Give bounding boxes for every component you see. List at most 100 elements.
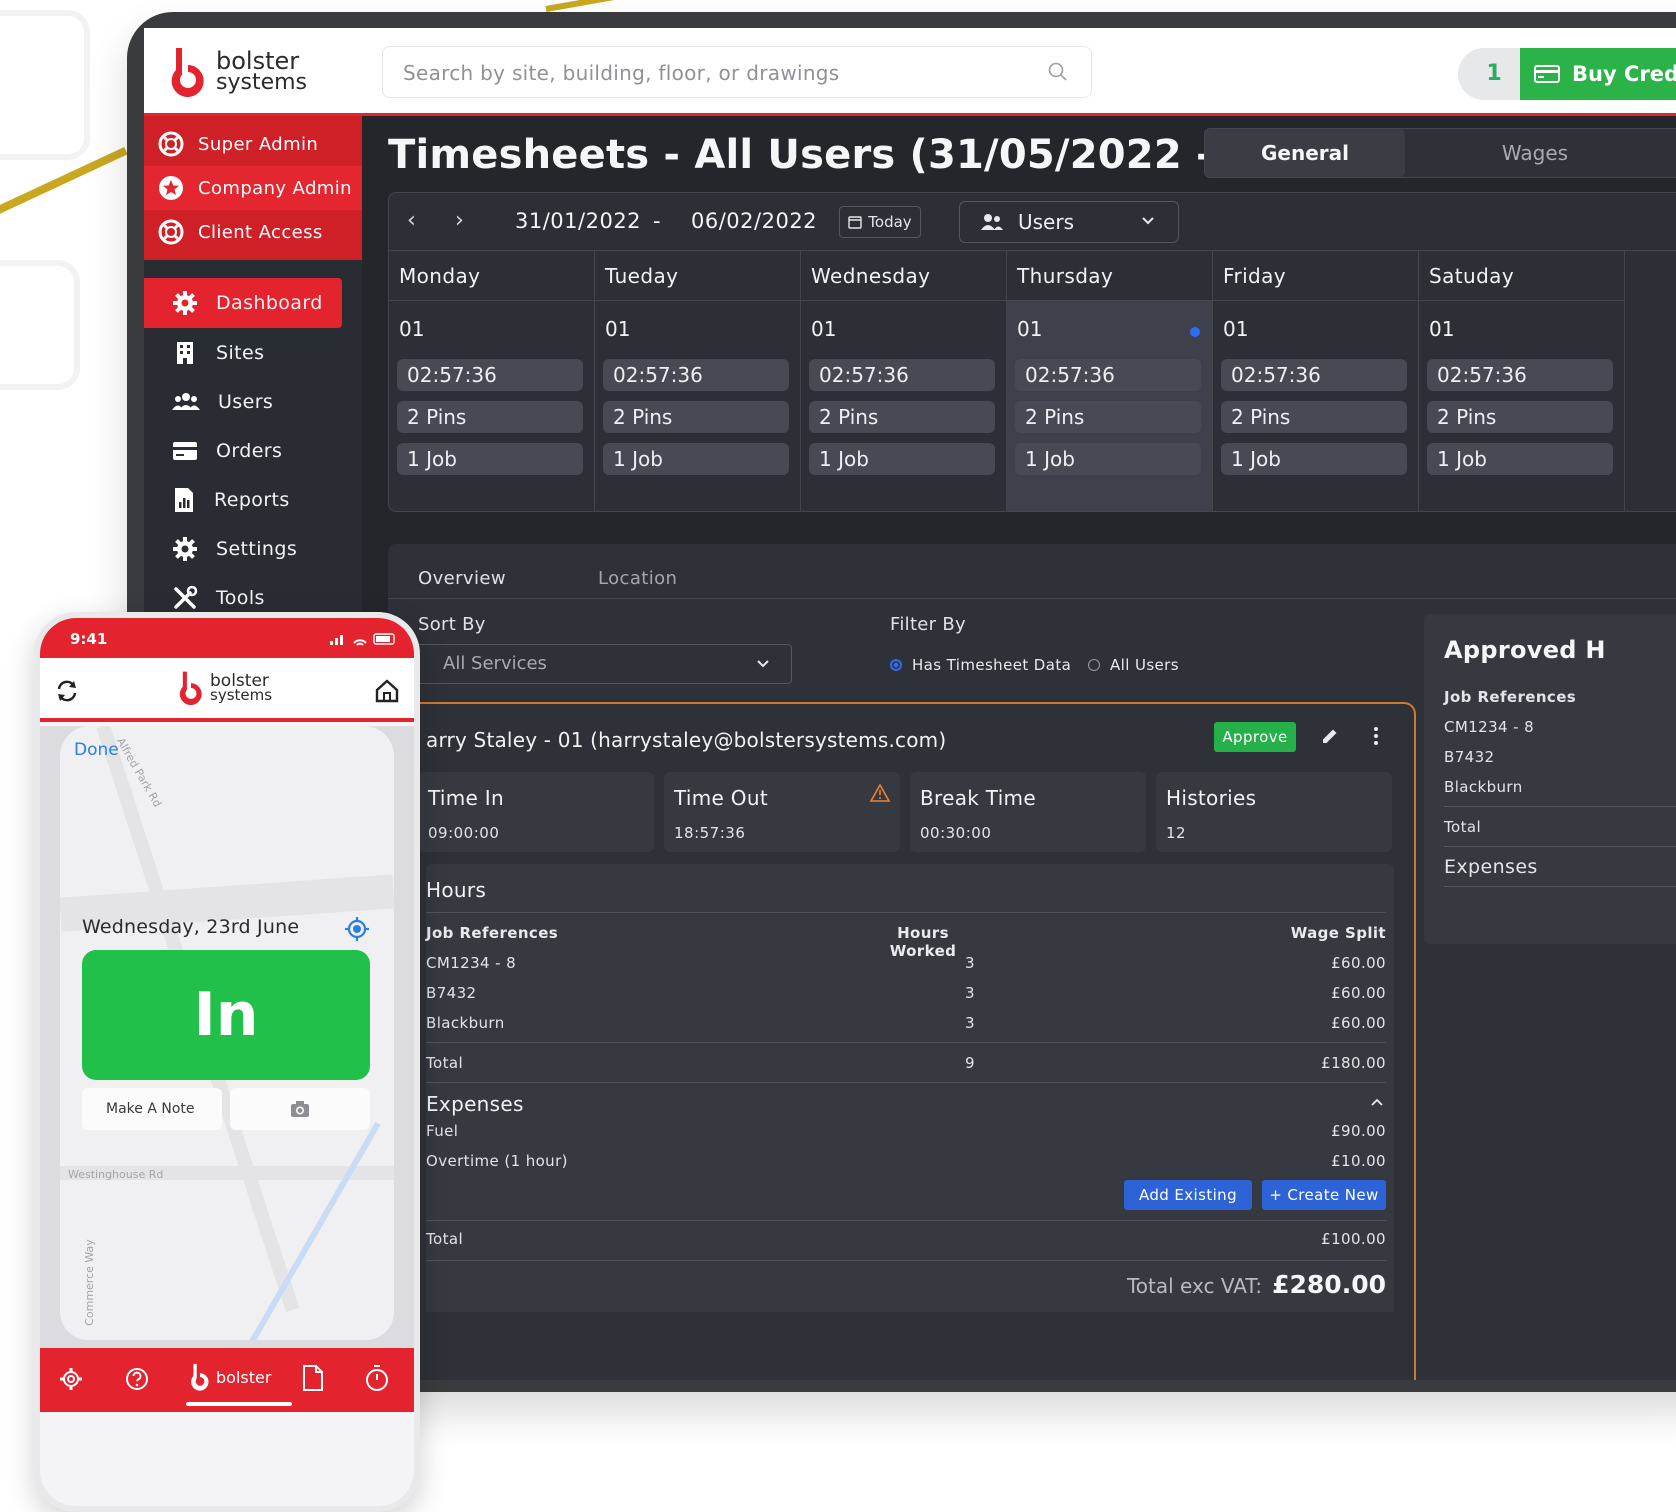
filter-has-timesheet-radio[interactable]: Has Timesheet Data: [890, 656, 1071, 674]
map-view[interactable]: Alfred Park Rd Westinghouse Rd Commerce …: [60, 726, 394, 1340]
filter-all-users-radio[interactable]: All Users: [1088, 656, 1179, 674]
users-icon: [981, 214, 1003, 230]
chevron-left-icon[interactable]: ‹: [407, 208, 416, 233]
timesheet-detail-panel: Overview Location Sort By All Services F…: [388, 544, 1676, 1380]
create-new-button[interactable]: + Create New: [1262, 1180, 1386, 1210]
pencil-icon[interactable]: [1320, 726, 1340, 746]
phone-status-bar: 9:41: [40, 618, 414, 658]
sort-select[interactable]: All Services: [398, 644, 792, 684]
tab-general-overview[interactable]: General Overview: [1205, 129, 1405, 213]
day-pins-pill[interactable]: 2 Pins: [809, 401, 995, 433]
phone-mockup: 9:41 bolster systems Alfred Park Rd West…: [34, 612, 420, 1512]
day-jobs-pill[interactable]: 1 Job: [603, 443, 789, 475]
users-select-value: Users: [1018, 210, 1075, 234]
chevron-up-icon[interactable]: [1370, 1096, 1384, 1108]
user-name: arry Staley - 01 (harrystaley@bolstersys…: [426, 728, 947, 752]
day-time-pill[interactable]: 02:57:36: [1015, 359, 1201, 391]
week-navigation: ‹ › 31/01/2022 - 06/02/2022 Today Users: [389, 193, 1676, 251]
sidebar-item-orders[interactable]: Orders: [144, 426, 362, 475]
page-title: Timesheets - All Users (31/05/2022 - Day…: [388, 132, 1332, 178]
week-panel: ‹ › 31/01/2022 - 06/02/2022 Today Users …: [388, 192, 1676, 512]
camera-button[interactable]: [230, 1088, 370, 1130]
day-pins-pill[interactable]: 2 Pins: [397, 401, 583, 433]
buy-credits-label: Buy Credit: [1572, 62, 1676, 86]
sidebar-item-dashboard[interactable]: Dashboard: [144, 278, 342, 328]
role-item-client-access[interactable]: Client Access: [144, 210, 362, 254]
divider: [426, 1220, 1386, 1221]
day-pins-pill[interactable]: 2 Pins: [1015, 401, 1201, 433]
day-pins-pill[interactable]: 2 Pins: [603, 401, 789, 433]
gear-icon: [173, 291, 197, 315]
day-number: 01: [1017, 317, 1043, 341]
day-column-wednesday[interactable]: Wednesday 01 02:57:36 2 Pins 1 Job: [801, 251, 1007, 511]
divider: [426, 912, 1386, 913]
add-existing-button[interactable]: Add Existing: [1124, 1180, 1252, 1210]
role-item-super-admin[interactable]: Super Admin: [144, 122, 362, 166]
phone-tab-bar: bolster: [40, 1348, 414, 1412]
search-icon[interactable]: [1047, 61, 1069, 83]
day-jobs-pill[interactable]: 1 Job: [1427, 443, 1613, 475]
day-number: 01: [1429, 317, 1455, 341]
more-vertical-icon[interactable]: [1372, 726, 1380, 746]
chevron-down-icon: [1142, 217, 1154, 225]
sidebar-item-reports[interactable]: Reports: [144, 475, 362, 524]
col-job-references: Job References: [426, 924, 559, 942]
phone-clock: 9:41: [70, 630, 108, 648]
background-line: [545, 0, 636, 12]
day-pins-pill[interactable]: 2 Pins: [1221, 401, 1407, 433]
day-time-pill[interactable]: 02:57:36: [809, 359, 995, 391]
users-select[interactable]: Users: [959, 201, 1179, 243]
phone-footer-logo[interactable]: bolster: [188, 1362, 271, 1392]
day-time-pill[interactable]: 02:57:36: [1221, 359, 1407, 391]
gear-icon[interactable]: [58, 1366, 84, 1392]
radio-selected-icon: [890, 659, 902, 671]
day-column-thursday[interactable]: Thursday 01 02:57:36 2 Pins 1 Job: [1007, 251, 1213, 511]
job-reference: CM1234 - 8: [426, 954, 517, 972]
day-jobs-pill[interactable]: 1 Job: [1221, 443, 1407, 475]
sidebar-item-label: Orders: [216, 439, 283, 462]
buy-credits-button[interactable]: Buy Credit: [1520, 48, 1676, 100]
day-column-tueday[interactable]: Tueday 01 02:57:36 2 Pins 1 Job: [595, 251, 801, 511]
phone-footer-logo-text: bolster: [216, 1367, 272, 1387]
day-pins-pill[interactable]: 2 Pins: [1427, 401, 1613, 433]
day-jobs-pill[interactable]: 1 Job: [809, 443, 995, 475]
done-button[interactable]: Done: [74, 740, 119, 760]
day-jobs-pill[interactable]: 1 Job: [1015, 443, 1201, 475]
locate-icon[interactable]: [344, 916, 370, 942]
phone-logo: bolster systems: [176, 670, 272, 706]
day-time-pill[interactable]: 02:57:36: [397, 359, 583, 391]
stat-title: Time In: [428, 786, 504, 810]
home-icon[interactable]: [374, 678, 400, 704]
day-time-pill[interactable]: 02:57:36: [603, 359, 789, 391]
day-time-pill[interactable]: 02:57:36: [1427, 359, 1613, 391]
search-input[interactable]: Search by site, building, floor, or draw…: [382, 46, 1092, 98]
tab-overview[interactable]: Overview: [418, 568, 506, 589]
sidebar-item-settings[interactable]: Settings: [144, 524, 362, 573]
approved-item: B7432: [1444, 748, 1495, 766]
tab-location[interactable]: Location: [598, 568, 677, 589]
selected-day-dot: [1190, 327, 1200, 337]
today-button[interactable]: Today: [839, 206, 921, 238]
day-column-satuday[interactable]: Satuday 01 02:57:36 2 Pins 1 Job: [1419, 251, 1625, 511]
tab-wages[interactable]: Wages: [1435, 129, 1635, 177]
grand-total-value: £280.00: [1272, 1270, 1386, 1299]
approve-button[interactable]: Approve: [1214, 722, 1296, 752]
brand-logo[interactable]: bolster systems: [166, 46, 307, 98]
sidebar-item-sites[interactable]: Sites: [144, 328, 362, 377]
stopwatch-icon[interactable]: [364, 1364, 390, 1392]
bolster-logo-icon: [179, 671, 202, 706]
expenses-total-row: Total £100.00: [426, 1230, 1386, 1254]
table-row: B7432 3 £60.00: [426, 984, 1386, 1008]
sidebar-item-users[interactable]: Users: [144, 377, 362, 426]
role-item-company-admin[interactable]: Company Admin: [144, 166, 362, 210]
credits-area: 1 Buy Credit: [1458, 48, 1676, 100]
help-icon[interactable]: [124, 1366, 150, 1392]
day-column-monday[interactable]: Monday 01 02:57:36 2 Pins 1 Job: [389, 251, 595, 511]
document-icon[interactable]: [302, 1364, 324, 1392]
make-note-button[interactable]: Make A Note: [82, 1088, 222, 1130]
day-jobs-pill[interactable]: 1 Job: [397, 443, 583, 475]
chevron-right-icon[interactable]: ›: [455, 208, 464, 233]
refresh-icon[interactable]: [54, 678, 80, 704]
clock-in-button[interactable]: In: [82, 950, 370, 1080]
day-column-friday[interactable]: Friday 01 02:57:36 2 Pins 1 Job: [1213, 251, 1419, 511]
